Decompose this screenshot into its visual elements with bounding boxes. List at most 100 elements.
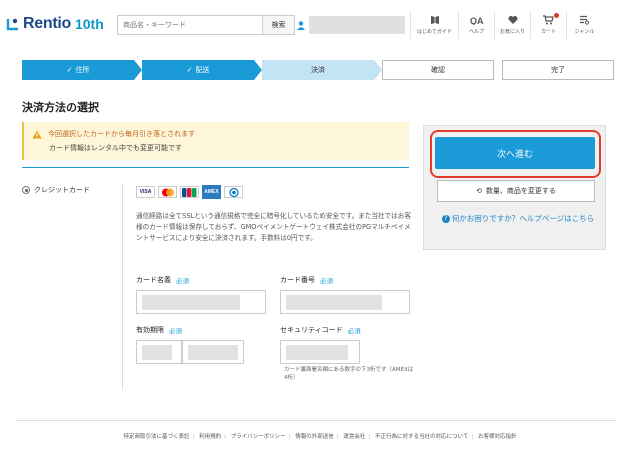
- menu-list-icon: [580, 15, 590, 25]
- required-badge: 必須: [347, 327, 361, 335]
- expiry-year-select[interactable]: [182, 340, 244, 364]
- card-number-input[interactable]: [280, 290, 410, 314]
- check-icon: ✓: [186, 66, 193, 74]
- help-link[interactable]: ? 何かお困りですか？ヘルプページはこちら: [437, 213, 599, 225]
- logo-mark-icon: [6, 18, 18, 31]
- visa-logo: VISA: [136, 186, 155, 198]
- nav-cart-label: カート: [540, 29, 556, 35]
- warning-icon: [32, 130, 42, 139]
- refresh-icon: ⟲: [476, 187, 482, 195]
- security-code-note: カード裏面署名欄にある数字の下3桁です（AMEXは4桁）: [284, 367, 414, 381]
- nav-help-label: ヘルプ: [468, 29, 484, 35]
- heart-icon: [508, 16, 517, 24]
- security-description: 通信経路は全てSSLという通信規格で完全に暗号化しているため安全です。また当社で…: [136, 212, 411, 242]
- check-icon: ✓: [66, 66, 73, 74]
- step-complete: 完了: [502, 60, 614, 80]
- required-badge: 必須: [169, 327, 182, 335]
- site-header: Rentio 10th 検索 はじめてガイド QA ヘルプ お気に入り カート: [0, 0, 640, 50]
- nav-genre-label: ジャンル: [574, 29, 595, 35]
- search-bar: 検索: [117, 15, 295, 35]
- search-input[interactable]: [118, 16, 262, 34]
- nav-cart[interactable]: カート: [530, 11, 566, 39]
- step-payment-label: 決済: [311, 66, 325, 74]
- card-number-label: カード番号 必須: [280, 275, 333, 285]
- security-code-label: セキュリティコード 必須: [280, 325, 361, 335]
- card-number-label-text: カード番号: [280, 276, 315, 284]
- question-icon: ?: [441, 215, 450, 223]
- redacted-value: [286, 345, 348, 360]
- user-area[interactable]: [295, 15, 407, 35]
- section-divider: [122, 183, 123, 390]
- step-delivery: ✓ 配送: [142, 60, 262, 80]
- user-name-redacted: [309, 16, 405, 34]
- step-payment: 決済: [262, 60, 382, 80]
- expiry-label-text: 有効期限: [136, 326, 164, 334]
- step-address-label: 住所: [75, 66, 90, 74]
- divider: [22, 167, 409, 168]
- footer-link-terms[interactable]: 利用規約: [199, 434, 221, 440]
- nav-guide-label: はじめてガイド: [416, 29, 452, 35]
- step-arrow: [134, 60, 142, 80]
- redacted-value: [286, 295, 382, 310]
- diners-icon: [228, 187, 239, 197]
- guide-icon: [430, 16, 439, 24]
- step-confirm: 確認: [382, 60, 494, 80]
- checkout-steps: ✓ 住所 ✓ 配送 決済 確認 完了: [22, 60, 614, 80]
- redacted-value: [142, 295, 240, 310]
- footer-link-customer-policy[interactable]: お客様対応指針: [478, 434, 517, 440]
- mastercard-icon: [161, 188, 174, 196]
- mastercard-logo: [158, 186, 177, 198]
- user-icon: [295, 15, 307, 35]
- logo-name: Rentio: [23, 15, 71, 32]
- jcb-logo: [180, 186, 199, 198]
- security-code-label-text: セキュリティコード: [280, 326, 343, 334]
- credit-card-label: クレジットカード: [34, 186, 90, 194]
- card-name-label: カード名義 必須: [136, 275, 189, 285]
- notice-line1: 今回選択したカードから毎月引き落とされます: [32, 129, 195, 139]
- security-code-input[interactable]: [280, 340, 360, 364]
- nav-favorites[interactable]: お気に入り: [494, 11, 530, 39]
- required-badge: 必須: [176, 277, 189, 285]
- amex-logo: AMEX: [202, 185, 221, 199]
- step-arrow: [254, 60, 262, 80]
- change-quantity-button[interactable]: ⟲ 数量、商品を変更する: [437, 180, 595, 202]
- notice-line2: カード情報はレンタル中でも変更可能です: [49, 144, 182, 152]
- notice-line1-text: 今回選択したカードから毎月引き落とされます: [48, 130, 195, 138]
- step-complete-label: 完了: [551, 66, 565, 74]
- nav-genre[interactable]: ジャンル: [566, 11, 602, 39]
- nav-guide[interactable]: はじめてガイド: [410, 11, 458, 39]
- footer-link-privacy[interactable]: プライバシーポリシー: [231, 434, 286, 440]
- card-name-input[interactable]: [136, 290, 266, 314]
- cart-badge: [554, 13, 559, 18]
- page-title: 決済方法の選択: [22, 101, 99, 114]
- jcb-icon: [182, 187, 197, 197]
- step-delivery-label: 配送: [195, 66, 210, 74]
- card-brands: VISA AMEX: [136, 185, 246, 199]
- expiry-label: 有効期限 必須: [136, 325, 182, 335]
- footer-link-company[interactable]: 運営会社: [343, 434, 365, 440]
- redacted-value: [188, 345, 238, 360]
- credit-card-radio[interactable]: [22, 186, 30, 194]
- help-link-text: 何かお困りですか？ヘルプページはこちら: [451, 214, 595, 223]
- expiry-month-select[interactable]: [136, 340, 182, 364]
- credit-card-option[interactable]: クレジットカード: [22, 185, 90, 195]
- qa-icon: QA: [470, 16, 484, 25]
- cart-icon: [543, 15, 554, 25]
- nav-help[interactable]: QA ヘルプ: [458, 11, 494, 39]
- card-name-label-text: カード名義: [136, 276, 171, 284]
- step-confirm-label: 確認: [431, 66, 445, 74]
- rentio-logo[interactable]: Rentio 10th: [6, 15, 104, 33]
- diners-logo: [224, 186, 243, 198]
- notice-box: 今回選択したカードから毎月引き落とされます カード情報はレンタル中でも変更可能で…: [22, 122, 409, 160]
- footer-link-tokushoho[interactable]: 特定商取引法に基づく表記: [124, 434, 190, 440]
- footer-links: 特定商取引法に基づく表記 | 利用規約 | プライバシーポリシー | 情報の外部送信 |…: [123, 434, 517, 440]
- logo-suffix: 10th: [74, 16, 104, 32]
- change-quantity-label: 数量、商品を変更する: [485, 187, 556, 195]
- footer-link-fraud[interactable]: 不正行為に対する当社の対応について: [375, 434, 468, 440]
- footer-link-external[interactable]: 情報の外部送信: [295, 434, 334, 440]
- step-arrow: [374, 60, 382, 80]
- highlight-annotation: [430, 130, 601, 178]
- svg-text:QA: QA: [470, 16, 484, 25]
- footer-divider: [15, 420, 616, 421]
- search-button[interactable]: 検索: [262, 16, 294, 34]
